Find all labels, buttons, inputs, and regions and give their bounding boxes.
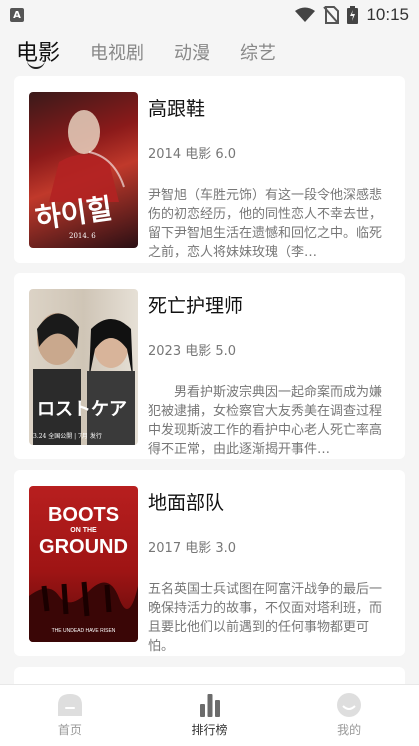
tab-anime[interactable]: 动漫 (174, 30, 210, 65)
movie-meta: 2023 电影 5.0 (148, 344, 237, 359)
movie-description: 五名英国士兵试图在阿富汗战争的最后一晚保持活力的故事，不仅面对塔利班，而且要比他… (148, 582, 383, 654)
nav-home[interactable]: 首页 (0, 685, 140, 746)
tab-variety[interactable]: 综艺 (240, 30, 276, 65)
home-icon (57, 694, 82, 716)
movie-title: 高跟鞋 (148, 98, 206, 120)
nav-label: 我的 (337, 723, 362, 737)
movie-title: 死亡护理师 (148, 295, 244, 317)
movie-poster: ロストケア 3.24 全国公開 | 7月 发行 (29, 289, 138, 445)
nav-profile[interactable]: 我的 (279, 685, 419, 746)
wifi-icon (295, 7, 316, 22)
movie-description: 尹智旭（车胜元饰）有这一段令他深感悲伤的初恋经历，他的同性恋人不幸去世，留下尹智… (148, 188, 383, 260)
poster-title-line: BOOTS (47, 504, 120, 526)
poster-caption: THE UNDEAD HAVE RISEN (51, 628, 116, 634)
poster-caption: 2014. 6 (69, 232, 96, 240)
ranking-icon (199, 694, 220, 717)
tab-tv-series[interactable]: 电视剧 (90, 30, 144, 65)
movie-poster: BOOTS ON THE GROUND THE UNDEAD HAVE RISE… (29, 486, 138, 642)
tab-label: 动漫 (174, 43, 211, 64)
poster-title-text: ロストケア (37, 399, 127, 420)
app-notification-icon: A (10, 8, 24, 22)
movie-card[interactable]: BOOTS ON THE GROUND THE UNDEAD HAVE RISE… (14, 470, 405, 656)
category-tabs: 电影 电视剧 动漫 综艺 (0, 30, 419, 74)
poster-title-line: ON THE (70, 527, 97, 534)
nav-ranking[interactable]: 排行榜 (140, 685, 280, 746)
movie-card[interactable]: ロストケア 3.24 全国公開 | 7月 发行 死亡护理师 2023 电影 5.… (14, 273, 405, 459)
movie-description: 男看护斯波宗典因一起命案而成为嫌犯被逮捕，女检察官大友秀美在调查过程中发现斯波工… (148, 385, 383, 457)
status-time: 10:15 (366, 5, 409, 24)
battery-charging-icon (347, 6, 359, 24)
movie-card[interactable]: 하이힐 2014. 6 高跟鞋 2014 电影 6.0 尹智旭（车胜元饰）有这一… (14, 76, 405, 263)
movie-poster: 하이힐 2014. 6 (29, 92, 138, 248)
tab-movies[interactable]: 电影 (16, 30, 60, 69)
tab-active-indicator (27, 59, 45, 69)
movie-meta: 2017 电影 3.0 (148, 541, 237, 556)
tab-label: 电视剧 (90, 43, 145, 64)
status-bar: A 10:15 (0, 0, 419, 30)
poster-title-line: GROUND (39, 536, 128, 558)
no-sim-icon (323, 6, 340, 24)
nav-label: 排行榜 (191, 723, 228, 737)
bottom-navigation: 首页 排行榜 我的 (0, 684, 419, 746)
tab-label: 综艺 (240, 43, 277, 64)
nav-label: 首页 (57, 723, 82, 737)
movie-title: 地面部队 (148, 492, 225, 514)
profile-icon (337, 693, 362, 717)
poster-caption: 3.24 全国公開 | 7月 发行 (33, 433, 102, 440)
movie-meta: 2014 电影 6.0 (148, 147, 237, 162)
